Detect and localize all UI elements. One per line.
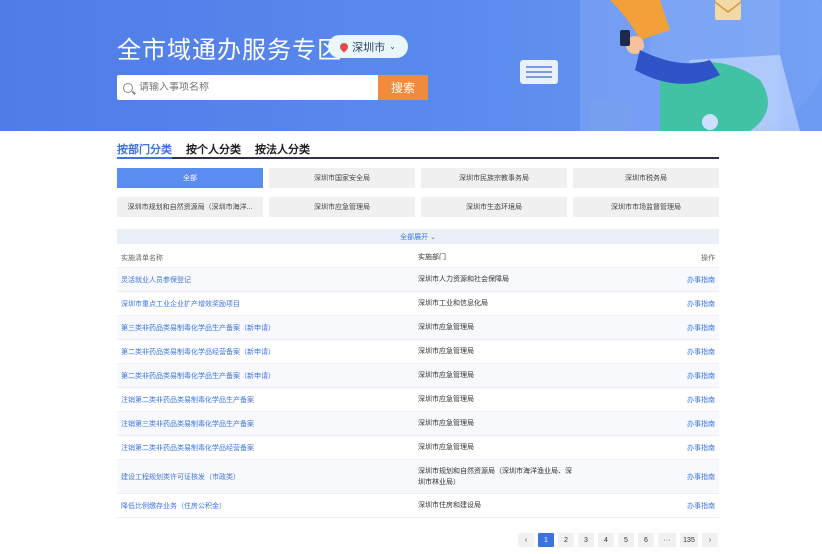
service-name-link[interactable]: 注销第三类非药品类易制毒化学品生产备案 [117,419,418,429]
dept-filter-item[interactable]: 深圳市应急管理局 [269,197,415,217]
service-dept: 深圳市住房和建设局 [418,502,481,509]
header-action: 操作 [701,254,715,262]
page-button[interactable]: 1 [538,533,554,547]
page-button[interactable]: 2 [558,533,574,547]
guide-link[interactable]: 办事指南 [668,395,719,405]
page-button[interactable]: 135 [680,533,698,547]
table-row: 深圳市重点工业企业扩产增效奖励项目 深圳市工业和信息化局 办事指南 [117,292,719,316]
next-page-button[interactable]: › [702,533,718,547]
search-field[interactable] [117,75,378,100]
table-row: 灵活就业人员参保登记 深圳市人力资源和社会保障局 办事指南 [117,268,719,292]
service-dept: 深圳市应急管理局 [418,324,474,331]
page-title: 全市域通办服务专区 [117,37,342,64]
prev-page-button[interactable]: ‹ [518,533,534,547]
dept-filter-all[interactable]: 全部 [117,168,263,188]
table-row: 注销第二类非药品类易制毒化学品生产备案 深圳市应急管理局 办事指南 [117,388,719,412]
table-header: 实施清单名称 实施部门 操作 [117,248,719,268]
service-name-link[interactable]: 注销第二类非药品类易制毒化学品生产备案 [117,395,418,405]
header-dept: 实施部门 [418,254,446,261]
page-button[interactable]: 6 [638,533,654,547]
pagination-ellipsis[interactable]: ··· [658,533,676,547]
search-button[interactable]: 搜索 [378,75,428,100]
dept-filter-item[interactable]: 深圳市生态环境局 [421,197,567,217]
service-name-link[interactable]: 第二类非药品类易制毒化学品生产备案（新申请） [117,371,418,381]
guide-link[interactable]: 办事指南 [668,443,719,453]
dept-filter-item[interactable]: 深圳市市场监督管理局 [573,197,719,217]
search-input[interactable] [139,82,359,93]
location-pin-icon [338,40,350,53]
category-tabs: 按部门分类 按个人分类 按法人分类 [117,141,719,159]
table-row: 注销第三类非药品类易制毒化学品生产备案 深圳市应急管理局 办事指南 [117,412,719,436]
tab-by-department[interactable]: 按部门分类 [117,141,172,159]
table-row: 第三类非药品类易制毒化学品生产备案（新申请） 深圳市应急管理局 办事指南 [117,316,719,340]
service-dept: 深圳市应急管理局 [418,444,474,451]
service-dept: 深圳市应急管理局 [418,396,474,403]
service-name-link[interactable]: 降低比例缴存业务（住房公积金） [117,501,418,511]
city-label: 深圳市 [352,41,386,54]
service-dept: 深圳市应急管理局 [418,348,474,355]
guide-link[interactable]: 办事指南 [668,501,719,511]
service-dept: 深圳市工业和信息化局 [418,300,488,307]
page-button[interactable]: 4 [598,533,614,547]
services-table: 实施清单名称 实施部门 操作 灵活就业人员参保登记 深圳市人力资源和社会保障局办事… [117,248,719,518]
guide-link[interactable]: 办事指南 [668,472,719,482]
pagination: ‹ 1 2 3 4 5 6 ··· 135 › [518,533,718,547]
dept-filter-item[interactable]: 深圳市规划和自然资源局（深圳市海洋... [117,197,263,217]
guide-link[interactable]: 办事指南 [668,275,719,285]
header-name: 实施清单名称 [121,254,163,262]
service-dept: 深圳市规划和自然资源局（深圳市海洋渔业局、深圳市林业局） [418,467,572,486]
table-row: 建设工程规划类许可证核发（市政类） 深圳市规划和自然资源局（深圳市海洋渔业局、深圳… [117,460,719,494]
table-row: 降低比例缴存业务（住房公积金） 深圳市住房和建设局 办事指南 [117,494,719,518]
dept-filter-item[interactable]: 深圳市民族宗教事务局 [421,168,567,188]
tab-by-individual[interactable]: 按个人分类 [186,141,241,157]
guide-link[interactable]: 办事指南 [668,419,719,429]
banner-illustration [520,0,822,131]
table-row: 第二类非药品类易制毒化学品经营备案（新申请） 深圳市应急管理局 办事指南 [117,340,719,364]
table-row: 第二类非药品类易制毒化学品生产备案（新申请） 深圳市应急管理局 办事指南 [117,364,719,388]
dept-filter-item[interactable]: 深圳市税务局 [573,168,719,188]
service-dept: 深圳市应急管理局 [418,372,474,379]
tab-by-legal-person[interactable]: 按法人分类 [255,141,310,157]
expand-all-button[interactable]: 全部展开 ⌄ [117,229,719,244]
service-name-link[interactable]: 第三类非药品类易制毒化学品生产备案（新申请） [117,323,418,333]
dept-filter-item[interactable]: 深圳市国家安全局 [269,168,415,188]
page-button[interactable]: 5 [618,533,634,547]
service-name-link[interactable]: 建设工程规划类许可证核发（市政类） [117,472,418,482]
service-name-link[interactable]: 注销第二类非药品类易制毒化学品经营备案 [117,443,418,453]
department-filter-grid: 全部 深圳市国家安全局 深圳市民族宗教事务局 深圳市税务局 深圳市规划和自然资源… [117,168,719,217]
service-name-link[interactable]: 第二类非药品类易制毒化学品经营备案（新申请） [117,347,418,357]
city-selector[interactable]: 深圳市 ⌄ [328,35,408,58]
service-name-link[interactable]: 深圳市重点工业企业扩产增效奖励项目 [117,299,418,309]
table-row: 注销第二类非药品类易制毒化学品经营备案 深圳市应急管理局 办事指南 [117,436,719,460]
header-banner: 全市域通办服务专区 深圳市 ⌄ 搜索 [0,0,822,131]
guide-link[interactable]: 办事指南 [668,323,719,333]
guide-link[interactable]: 办事指南 [668,299,719,309]
service-dept: 深圳市人力资源和社会保障局 [418,276,509,283]
chevron-down-icon: ⌄ [389,42,396,51]
service-dept: 深圳市应急管理局 [418,420,474,427]
guide-link[interactable]: 办事指南 [668,347,719,357]
service-name-link[interactable]: 灵活就业人员参保登记 [117,275,418,285]
page-button[interactable]: 3 [578,533,594,547]
guide-link[interactable]: 办事指南 [668,371,719,381]
search-icon [123,82,133,93]
